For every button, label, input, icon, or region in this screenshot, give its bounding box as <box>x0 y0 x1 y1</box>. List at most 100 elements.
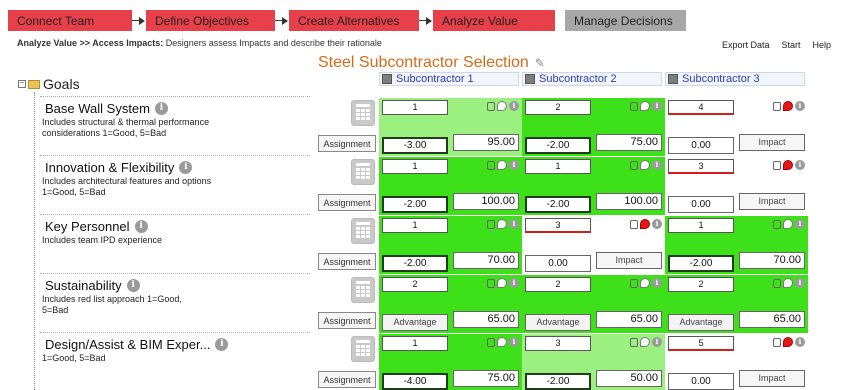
assignment-button[interactable]: Assignment <box>318 194 376 211</box>
info-icon[interactable]: i <box>652 219 662 229</box>
rank-field[interactable]: 1 <box>382 218 448 233</box>
rank-field[interactable]: 2 <box>382 277 448 292</box>
comment-icon[interactable] <box>783 160 793 170</box>
collapse-icon[interactable] <box>382 74 392 84</box>
comment-icon[interactable] <box>497 337 507 347</box>
rank-field[interactable]: 5 <box>668 336 734 351</box>
impact-score[interactable]: 0.00 <box>525 255 591 272</box>
hand-icon[interactable] <box>773 101 781 111</box>
comment-icon[interactable] <box>640 337 650 347</box>
collapse-icon[interactable] <box>668 74 678 84</box>
comment-icon[interactable] <box>783 219 793 229</box>
value-field[interactable]: Impact <box>596 252 662 269</box>
value-field[interactable]: 100.00 <box>453 193 519 210</box>
info-icon[interactable]: i <box>134 220 148 233</box>
value-field[interactable]: 70.00 <box>453 252 519 269</box>
info-icon[interactable]: i <box>179 161 193 174</box>
value-field[interactable]: Impact <box>739 193 805 210</box>
rank-field[interactable]: 3 <box>525 218 591 233</box>
hand-icon[interactable] <box>773 219 781 229</box>
value-field[interactable]: 65.00 <box>739 311 805 328</box>
impact-score[interactable]: Advantage <box>382 314 448 331</box>
help-link[interactable]: Help <box>812 40 831 50</box>
value-field[interactable]: 65.00 <box>596 311 662 328</box>
info-icon[interactable]: i <box>652 101 662 111</box>
assignment-button[interactable]: Assignment <box>318 135 376 152</box>
step-define-objectives[interactable]: Define Objectives <box>146 10 275 31</box>
assignment-button[interactable]: Assignment <box>318 253 376 270</box>
info-icon[interactable]: i <box>652 278 662 288</box>
rank-field[interactable]: 2 <box>668 277 734 292</box>
info-icon[interactable]: i <box>795 337 805 347</box>
rank-field[interactable]: 1 <box>382 159 448 174</box>
value-field[interactable]: 75.00 <box>453 370 519 387</box>
info-icon[interactable]: i <box>652 337 662 347</box>
hand-icon[interactable] <box>487 278 495 288</box>
info-icon[interactable]: i <box>795 278 805 288</box>
step-analyze-value[interactable]: Analyze Value <box>433 10 555 31</box>
hand-icon[interactable] <box>630 278 638 288</box>
value-field[interactable]: 65.00 <box>453 311 519 328</box>
comment-icon[interactable] <box>497 101 507 111</box>
hand-icon[interactable] <box>630 101 638 111</box>
impact-score[interactable]: -2.00 <box>525 196 591 213</box>
rank-field[interactable]: 2 <box>525 100 591 115</box>
hand-icon[interactable] <box>773 337 781 347</box>
impact-score[interactable]: -2.00 <box>668 255 734 272</box>
rank-field[interactable]: 4 <box>668 100 734 115</box>
start-link[interactable]: Start <box>781 40 800 50</box>
comment-icon[interactable] <box>783 101 793 111</box>
step-connect-team[interactable]: Connect Team <box>8 10 132 31</box>
value-field[interactable]: 100.00 <box>596 193 662 210</box>
value-field[interactable]: 75.00 <box>596 134 662 151</box>
assignment-button[interactable]: Assignment <box>318 371 376 388</box>
rank-field[interactable]: 1 <box>382 336 448 351</box>
rank-field[interactable]: 1 <box>525 159 591 174</box>
info-icon[interactable]: i <box>509 337 519 347</box>
value-field[interactable]: 50.00 <box>596 370 662 387</box>
info-icon[interactable]: i <box>155 102 168 115</box>
rank-field[interactable]: 3 <box>668 159 734 174</box>
hand-icon[interactable] <box>487 337 495 347</box>
impact-score[interactable]: -2.00 <box>382 196 448 213</box>
info-icon[interactable]: i <box>509 219 519 229</box>
comment-icon[interactable] <box>497 160 507 170</box>
collapse-icon[interactable] <box>525 74 535 84</box>
calculator-icon[interactable] <box>351 100 375 126</box>
calculator-icon[interactable] <box>351 159 375 185</box>
value-field[interactable]: Impact <box>739 370 805 387</box>
impact-score[interactable]: Advantage <box>668 314 734 331</box>
comment-icon[interactable] <box>497 219 507 229</box>
hand-icon[interactable] <box>773 160 781 170</box>
calculator-icon[interactable] <box>351 336 375 362</box>
rank-field[interactable]: 2 <box>525 277 591 292</box>
impact-score[interactable]: 0.00 <box>668 373 734 390</box>
hand-icon[interactable] <box>487 101 495 111</box>
step-manage-decisions[interactable]: Manage Decisions <box>565 10 686 31</box>
rank-field[interactable]: 3 <box>525 336 591 351</box>
info-icon[interactable]: i <box>509 160 519 170</box>
hand-icon[interactable] <box>773 278 781 288</box>
impact-score[interactable]: -4.00 <box>382 373 448 390</box>
info-icon[interactable]: i <box>509 278 519 288</box>
info-icon[interactable]: i <box>795 160 805 170</box>
value-field[interactable]: 95.00 <box>453 134 519 151</box>
impact-score[interactable]: -2.00 <box>382 255 448 272</box>
info-icon[interactable]: i <box>652 160 662 170</box>
assignment-button[interactable]: Assignment <box>318 312 376 329</box>
calculator-icon[interactable] <box>351 218 375 244</box>
rank-field[interactable]: 1 <box>382 100 448 115</box>
hand-icon[interactable] <box>487 219 495 229</box>
subcontractor-header-2[interactable]: Subcontractor 2 <box>522 72 662 86</box>
impact-score[interactable]: Advantage <box>525 314 591 331</box>
collapse-toggle-icon[interactable]: − <box>18 80 26 88</box>
hand-icon[interactable] <box>630 219 638 229</box>
value-field[interactable]: 70.00 <box>739 252 805 269</box>
impact-score[interactable]: -2.00 <box>525 373 591 390</box>
comment-icon[interactable] <box>640 278 650 288</box>
hand-icon[interactable] <box>487 160 495 170</box>
info-icon[interactable]: i <box>795 101 805 111</box>
pencil-icon[interactable]: ✎ <box>535 56 545 70</box>
export-data-link[interactable]: Export Data <box>722 40 770 50</box>
calculator-icon[interactable] <box>351 277 375 303</box>
